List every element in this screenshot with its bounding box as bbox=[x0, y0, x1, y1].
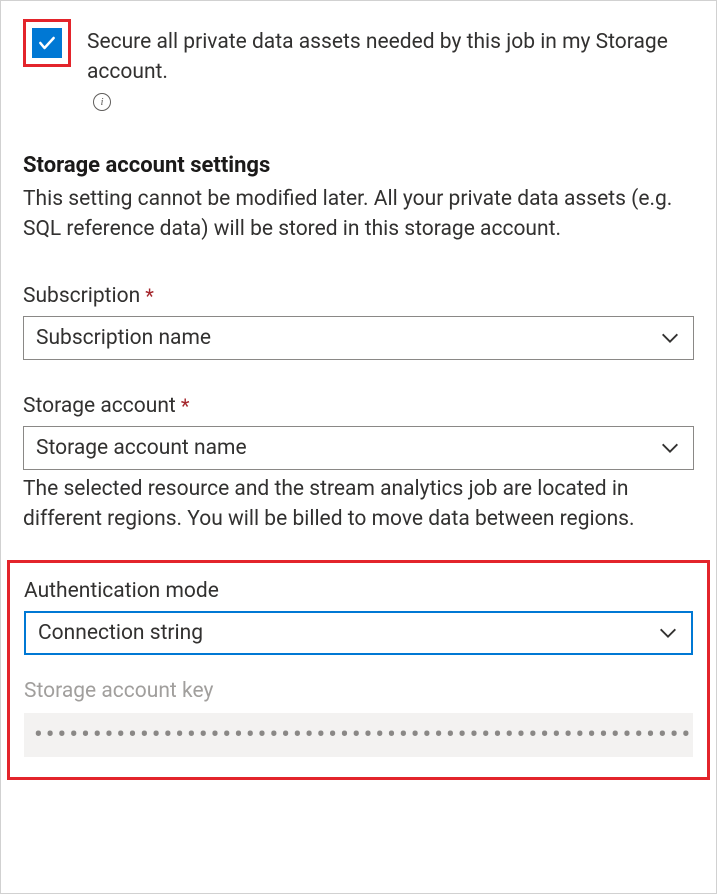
secure-data-label: Secure all private data assets needed by… bbox=[87, 19, 694, 111]
storage-account-helper: The selected resource and the stream ana… bbox=[23, 474, 694, 534]
section-title: Storage account settings bbox=[23, 153, 694, 178]
chevron-down-icon bbox=[659, 327, 681, 349]
checkbox-highlight-box bbox=[23, 19, 71, 67]
storage-key-label: Storage account key bbox=[24, 679, 693, 703]
subscription-value: Subscription name bbox=[36, 326, 211, 350]
chevron-down-icon bbox=[659, 437, 681, 459]
storage-key-value: ••••••••••••••••••••••••••••••••••••••••… bbox=[34, 720, 693, 750]
storage-account-value: Storage account name bbox=[36, 436, 247, 460]
required-asterisk: * bbox=[145, 286, 154, 306]
secure-data-row: Secure all private data assets needed by… bbox=[23, 19, 694, 111]
auth-mode-select[interactable]: Connection string bbox=[24, 611, 693, 655]
info-icon-wrap[interactable]: i bbox=[93, 93, 111, 111]
chevron-down-icon bbox=[657, 622, 679, 644]
required-asterisk: * bbox=[181, 396, 190, 416]
subscription-label: Subscription * bbox=[23, 284, 694, 308]
storage-account-select[interactable]: Storage account name bbox=[23, 426, 694, 470]
section-description: This setting cannot be modified later. A… bbox=[23, 184, 694, 244]
auth-section-highlight: Authentication mode Connection string St… bbox=[7, 560, 710, 780]
checkmark-icon bbox=[37, 33, 57, 53]
storage-key-field[interactable]: ••••••••••••••••••••••••••••••••••••••••… bbox=[24, 713, 693, 757]
subscription-label-text: Subscription bbox=[23, 284, 140, 308]
settings-panel: Secure all private data assets needed by… bbox=[0, 0, 717, 894]
auth-mode-value: Connection string bbox=[38, 621, 203, 645]
storage-account-field: Storage account * Storage account name T… bbox=[23, 394, 694, 534]
auth-mode-label: Authentication mode bbox=[24, 579, 693, 603]
subscription-field: Subscription * Subscription name bbox=[23, 284, 694, 360]
subscription-select[interactable]: Subscription name bbox=[23, 316, 694, 360]
info-icon: i bbox=[93, 93, 111, 111]
secure-data-label-text: Secure all private data assets needed by… bbox=[87, 27, 694, 87]
storage-account-label: Storage account * bbox=[23, 394, 694, 418]
storage-account-label-text: Storage account bbox=[23, 394, 176, 418]
secure-data-checkbox[interactable] bbox=[32, 28, 62, 58]
